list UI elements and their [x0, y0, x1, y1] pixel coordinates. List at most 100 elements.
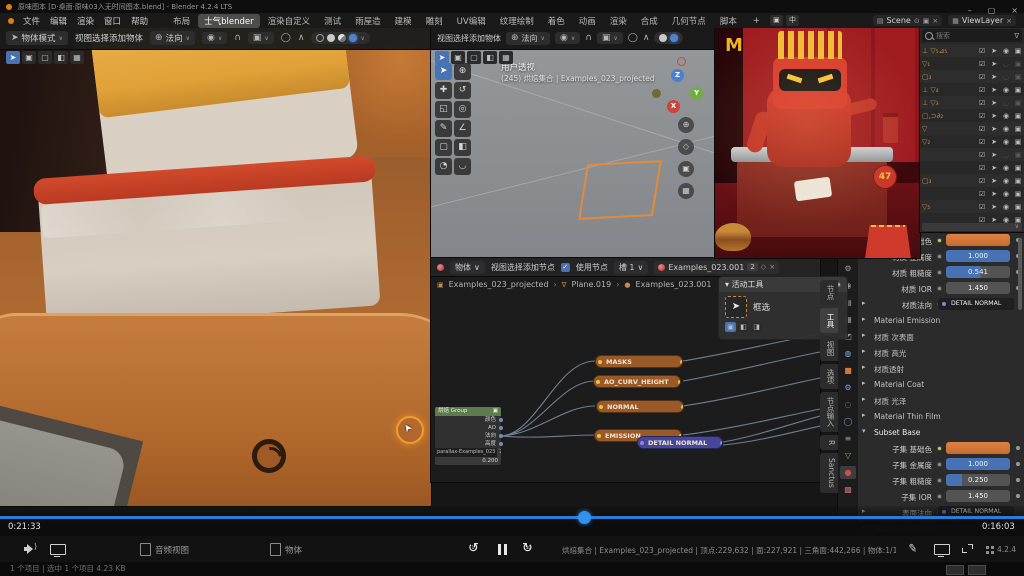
outliner-row[interactable]: ☑ ➤ ◉ ▣: [920, 187, 1024, 200]
keyframe-dot-icon[interactable]: [1016, 462, 1020, 466]
select-mode-button[interactable]: ▦: [70, 51, 84, 64]
checkbox-icon[interactable]: ☑: [976, 151, 988, 159]
outliner-row[interactable]: ⊥ ▽₅⊿₅ ☑ ➤ ◉ ▣: [920, 44, 1024, 57]
selectable-cursor-icon[interactable]: ➤: [988, 125, 1000, 133]
disclosure-arrow-icon[interactable]: ▸: [862, 299, 866, 307]
nav-button[interactable]: ⊕: [678, 117, 694, 133]
workspace-tab[interactable]: 布局: [167, 14, 196, 28]
tool-button[interactable]: ↺: [454, 82, 471, 99]
select-mode-button[interactable]: ◧: [483, 51, 497, 64]
shader-editor-icon[interactable]: [437, 264, 444, 271]
tool-button[interactable]: ◎: [454, 101, 471, 118]
group-value-slider[interactable]: 0.200: [435, 457, 501, 465]
pivot-dropdown[interactable]: ◉∨: [555, 32, 580, 44]
checkbox-icon[interactable]: ☑: [976, 177, 988, 185]
workspace-extra-button[interactable]: ▣: [770, 15, 783, 26]
workspace-tab[interactable]: 渲染: [604, 14, 633, 28]
outliner-row[interactable]: ▢,⊃∂₂ ☑ ➤ ◉ ▣: [920, 109, 1024, 122]
properties-scrollbar[interactable]: [1018, 238, 1022, 310]
solid-viewport[interactable]: 用户透视 (245) 烘焙集合 | Examples_023_projected…: [431, 49, 715, 258]
workspace-tab[interactable]: 士气blender: [198, 14, 260, 28]
add-workspace-button[interactable]: +: [747, 15, 766, 27]
workspace-tab[interactable]: 渲染自定义: [262, 14, 317, 28]
visibility-eye-icon[interactable]: ◡: [1000, 60, 1012, 68]
selectable-cursor-icon[interactable]: ➤: [988, 164, 1000, 172]
shading-material-icon[interactable]: [338, 34, 346, 42]
workspace-tab[interactable]: UV编辑: [451, 14, 492, 28]
annotate-pencil-icon[interactable]: ✎: [907, 541, 918, 555]
tool-button[interactable]: ➤: [435, 63, 452, 80]
workspace-tab[interactable]: 纹理绘制: [494, 14, 540, 28]
visibility-eye-icon[interactable]: ◉: [1000, 112, 1012, 120]
rewind-10-button[interactable]: ↺10: [468, 541, 479, 556]
box-select-tool-icon[interactable]: ➤: [725, 296, 747, 318]
outliner-scrollbar[interactable]: ∨: [922, 223, 1022, 231]
select-mode-button[interactable]: ➤: [435, 51, 449, 64]
group-edit-icon[interactable]: ▣: [493, 407, 498, 416]
gizmo-minus-y[interactable]: [652, 89, 661, 98]
pause-button[interactable]: [498, 544, 508, 555]
menu-item[interactable]: 窗口: [99, 17, 126, 27]
orientation-dropdown[interactable]: ⊕ 法向 ∨: [150, 31, 195, 45]
node-menu-item[interactable]: 视图: [491, 263, 507, 272]
selectable-cursor-icon[interactable]: ➤: [988, 112, 1000, 120]
outliner-row[interactable]: ▢₃ ☑ ➤ ◉ ▣: [920, 174, 1024, 187]
render-camera-icon[interactable]: ▣: [1012, 73, 1024, 81]
property-value-widget[interactable]: 1.450: [946, 490, 1010, 502]
shading-solid-icon[interactable]: [659, 34, 667, 42]
property-row[interactable]: 子集 基础色: [838, 440, 1024, 456]
render-camera-icon[interactable]: ▣: [1012, 151, 1024, 159]
taskbar-thumb[interactable]: [968, 565, 986, 575]
viewport-menu-item[interactable]: 视图: [437, 34, 453, 43]
property-row[interactable]: 子集 IOR 1.450: [838, 488, 1024, 504]
disclosure-arrow-icon[interactable]: ▸: [862, 315, 866, 323]
tool-button[interactable]: ▢: [435, 139, 452, 156]
render-camera-icon[interactable]: ▣: [1012, 47, 1024, 55]
slot-dropdown[interactable]: 槽 1∨: [614, 261, 649, 274]
render-camera-icon[interactable]: ▣: [1012, 203, 1024, 211]
workspace-tab[interactable]: 测试: [318, 14, 347, 28]
viewport-menu-item[interactable]: 物体: [485, 34, 501, 43]
keyframe-dot-icon[interactable]: [1016, 478, 1020, 482]
sidebar-tab[interactable]: 节点: [820, 280, 838, 305]
selectable-cursor-icon[interactable]: ➤: [988, 138, 1000, 146]
workspace-tab[interactable]: 雨屋造: [349, 14, 387, 28]
render-camera-icon[interactable]: ▣: [1012, 99, 1024, 107]
property-value-widget[interactable]: [946, 442, 1010, 454]
selectable-cursor-icon[interactable]: ➤: [988, 47, 1000, 55]
visibility-eye-icon[interactable]: ◡: [1000, 73, 1012, 81]
visibility-eye-icon[interactable]: ◉: [1000, 203, 1012, 211]
outliner-row[interactable]: ▽ ☑ ➤ ◉ ▣: [920, 122, 1024, 135]
filter-funnel-icon[interactable]: ∇: [1014, 32, 1019, 40]
checkbox-icon[interactable]: ☑: [976, 203, 988, 211]
visibility-eye-icon[interactable]: ◉: [1000, 86, 1012, 94]
workspace-tab[interactable]: 建模: [389, 14, 418, 28]
render-camera-icon[interactable]: ▣: [1012, 86, 1024, 94]
snap-target-dropdown[interactable]: ▣∨: [597, 32, 623, 44]
select-set-icon[interactable]: ▣: [725, 322, 736, 332]
selectable-cursor-icon[interactable]: ➤: [988, 177, 1000, 185]
orientation-dropdown[interactable]: ⊕ 法向 ∨: [506, 32, 550, 45]
outliner-search[interactable]: 搜索 ∇: [922, 29, 1022, 42]
tool-button[interactable]: ⊕: [454, 63, 471, 80]
checkbox-icon[interactable]: ☑: [976, 164, 988, 172]
sidebar-tab[interactable]: 视图: [820, 336, 838, 361]
node-menu-item[interactable]: 选择: [507, 263, 523, 272]
viewport-menu-item[interactable]: 物体: [126, 34, 143, 44]
render-camera-icon[interactable]: ▣: [1012, 177, 1024, 185]
shading-solid-icon[interactable]: [327, 34, 335, 42]
select-mode-button[interactable]: ▣: [22, 51, 36, 64]
nav-button[interactable]: ▦: [678, 183, 694, 199]
property-row[interactable]: ▸ 材质法向 DETAIL NORMAL: [838, 296, 1024, 312]
property-value-widget[interactable]: 1.000: [946, 458, 1010, 470]
shading-rendered-icon[interactable]: [349, 34, 357, 42]
selectable-cursor-icon[interactable]: ➤: [988, 203, 1000, 211]
checkbox-icon[interactable]: ☑: [976, 190, 988, 198]
visibility-eye-icon[interactable]: ◉: [1000, 190, 1012, 198]
blender-menu-icon[interactable]: [8, 18, 14, 24]
property-row[interactable]: ▸ 材质 高光: [838, 344, 1024, 360]
close-button[interactable]: ×: [1011, 6, 1018, 15]
tool-button[interactable]: ✚: [435, 82, 452, 99]
checkbox-icon[interactable]: ☑: [976, 47, 988, 55]
property-row[interactable]: 子集 金属度 1.000: [838, 456, 1024, 472]
